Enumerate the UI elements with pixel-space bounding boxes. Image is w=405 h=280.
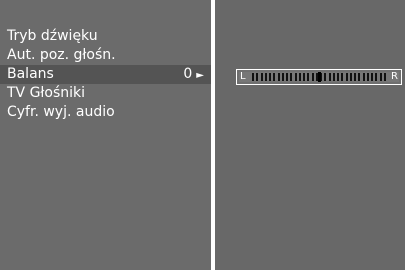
balance-ticks	[251, 72, 387, 82]
menu-item-label: TV Głośniki	[7, 85, 86, 101]
balance-tick	[281, 73, 284, 81]
balance-tick	[354, 73, 357, 81]
balance-tick	[298, 73, 301, 81]
detail-panel	[215, 0, 405, 270]
balance-tick	[273, 73, 276, 81]
balance-tick	[277, 73, 280, 81]
balance-tick	[264, 73, 267, 81]
balance-right-label: R	[391, 71, 398, 82]
balance-track: L R	[239, 72, 399, 82]
balance-tick	[362, 73, 365, 81]
sound-menu: Tryb dźwięku Aut. poz. głośn. Balans 0 ► …	[0, 27, 211, 122]
balance-tick	[332, 73, 335, 81]
menu-item-tryb-dzwieku[interactable]: Tryb dźwięku	[0, 27, 211, 46]
balance-value: 0 ►	[183, 65, 204, 85]
balance-tick	[358, 73, 361, 81]
balance-tick	[324, 73, 327, 81]
menu-item-label: Tryb dźwięku	[7, 28, 98, 44]
balance-tick	[349, 73, 352, 81]
menu-item-tv-glosniki[interactable]: TV Głośniki	[0, 84, 211, 103]
balance-tick	[379, 73, 382, 81]
balance-tick	[294, 73, 297, 81]
balance-tick	[303, 73, 306, 81]
balance-tick	[260, 73, 263, 81]
menu-item-label: Aut. poz. głośn.	[7, 47, 116, 63]
balance-tick	[286, 73, 289, 81]
balance-tick	[341, 73, 344, 81]
balance-tick	[256, 73, 259, 81]
balance-tick	[252, 73, 255, 81]
menu-item-label: Cyfr. wyj. audio	[7, 104, 115, 120]
balance-tick	[337, 73, 340, 81]
menu-item-balans[interactable]: Balans 0 ►	[0, 65, 211, 84]
menu-panel: Tryb dźwięku Aut. poz. głośn. Balans 0 ► …	[0, 0, 211, 270]
balance-tick	[371, 73, 374, 81]
balance-tick	[269, 73, 272, 81]
balance-marker[interactable]	[317, 72, 321, 82]
tv-menu-screen: Tryb dźwięku Aut. poz. głośn. Balans 0 ► …	[0, 0, 405, 270]
balance-tick	[307, 73, 310, 81]
balance-left-label: L	[240, 71, 246, 82]
balance-tick	[290, 73, 293, 81]
balance-tick	[366, 73, 369, 81]
balance-tick	[345, 73, 348, 81]
balance-tick	[328, 73, 331, 81]
balance-tick	[383, 73, 386, 81]
balance-slider[interactable]: L R	[236, 69, 402, 85]
menu-item-label: Balans	[7, 66, 54, 82]
balance-tick	[375, 73, 378, 81]
right-arrow-icon: ►	[196, 70, 204, 81]
balance-value-text: 0	[183, 66, 193, 82]
menu-item-cyfr-wyj-audio[interactable]: Cyfr. wyj. audio	[0, 103, 211, 122]
balance-tick	[311, 73, 314, 81]
menu-item-aut-poz-glosn[interactable]: Aut. poz. głośn.	[0, 46, 211, 65]
